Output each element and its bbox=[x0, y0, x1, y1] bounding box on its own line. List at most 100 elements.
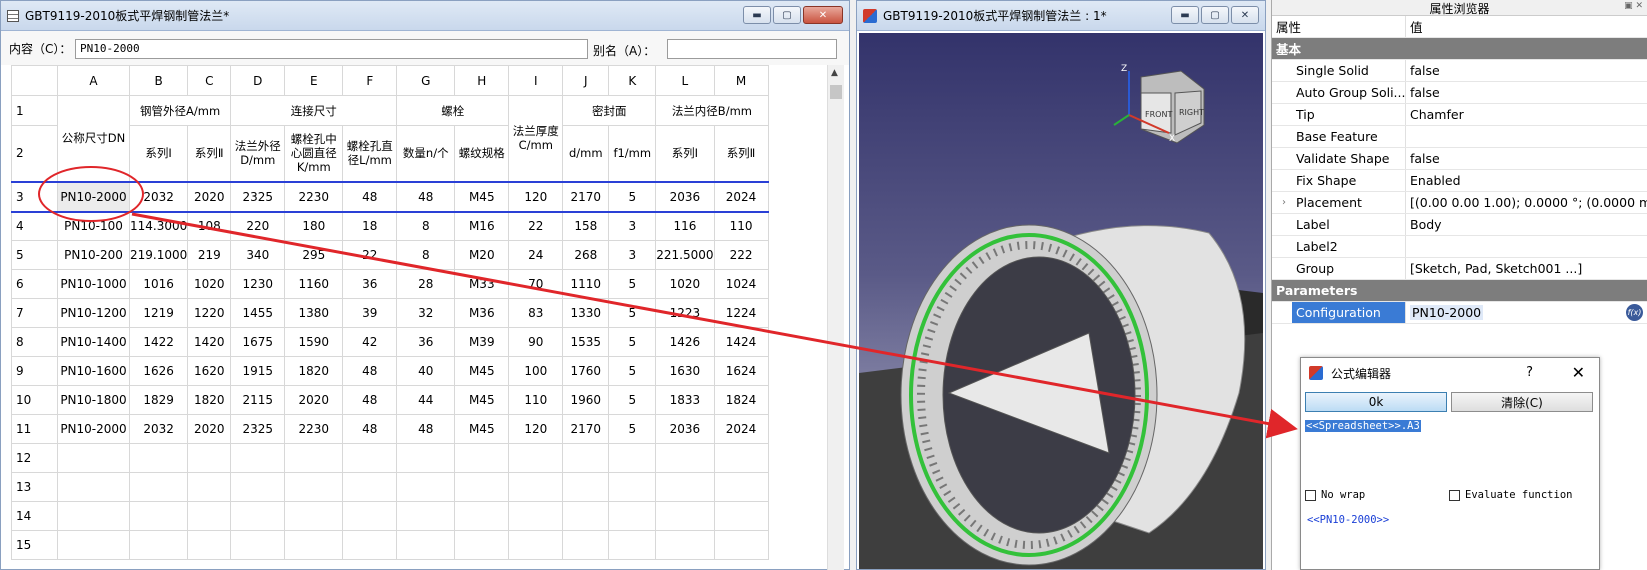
cell[interactable]: 1760 bbox=[562, 356, 610, 386]
property-value[interactable]: Enabled bbox=[1406, 173, 1647, 188]
cell-dn[interactable] bbox=[57, 530, 130, 560]
expression-button[interactable]: f(x) bbox=[1626, 304, 1643, 321]
spreadsheet-titlebar[interactable]: GBT9119-2010板式平焊钢制管法兰* ▬ ▢ ✕ bbox=[1, 1, 849, 31]
cell-dn[interactable] bbox=[57, 501, 130, 531]
cell[interactable]: 8 bbox=[396, 240, 456, 270]
cell[interactable]: 116 bbox=[655, 211, 715, 241]
cell[interactable]: M33 bbox=[454, 269, 510, 299]
property-value[interactable]: Body bbox=[1406, 217, 1647, 232]
property-row[interactable]: Single Solid false bbox=[1272, 60, 1647, 82]
cell[interactable] bbox=[230, 501, 286, 531]
column-header[interactable]: C bbox=[187, 65, 232, 96]
cell[interactable]: d/mm bbox=[562, 125, 610, 182]
minimize-button[interactable]: ▬ bbox=[743, 6, 771, 24]
cell[interactable]: M45 bbox=[454, 414, 510, 444]
cell[interactable] bbox=[655, 443, 715, 473]
cell[interactable]: 48 bbox=[342, 414, 398, 444]
column-header[interactable]: D bbox=[230, 65, 286, 96]
property-row[interactable]: Group [Sketch, Pad, Sketch001 ...] bbox=[1272, 258, 1647, 280]
cell[interactable]: 1620 bbox=[187, 356, 232, 386]
cell[interactable] bbox=[508, 443, 564, 473]
cell[interactable]: 1160 bbox=[284, 269, 344, 299]
cell[interactable]: 1630 bbox=[655, 356, 715, 386]
cell-pipe-od-header[interactable]: 钢管外径A/mm bbox=[128, 95, 232, 126]
cell[interactable]: 5 bbox=[608, 414, 657, 444]
row-header[interactable]: 12 bbox=[11, 443, 58, 473]
cell[interactable] bbox=[508, 530, 564, 560]
cell[interactable] bbox=[454, 530, 510, 560]
cell[interactable]: 2036 bbox=[655, 180, 715, 213]
row-header[interactable]: 6 bbox=[11, 269, 58, 299]
cell-dn[interactable]: PN10-1800 bbox=[57, 385, 130, 415]
cell[interactable] bbox=[284, 443, 344, 473]
dialog-close-button[interactable]: ✕ bbox=[1572, 363, 1585, 382]
clear-button[interactable]: 清除(C) bbox=[1451, 392, 1593, 412]
cell[interactable] bbox=[342, 530, 398, 560]
cell[interactable]: 114.3000 bbox=[128, 211, 189, 241]
evaluate-function-checkbox[interactable]: Evaluate function bbox=[1449, 489, 1572, 501]
property-value[interactable]: false bbox=[1406, 85, 1647, 100]
cell[interactable]: 48 bbox=[396, 414, 456, 444]
cell[interactable]: 法兰外径D/mm bbox=[230, 125, 286, 182]
property-row[interactable]: Label Body bbox=[1272, 214, 1647, 236]
cell-connection-header[interactable]: 连接尺寸 bbox=[230, 95, 398, 126]
cell[interactable] bbox=[342, 472, 398, 502]
cell-dn[interactable] bbox=[57, 443, 130, 473]
cell[interactable] bbox=[655, 501, 715, 531]
cell[interactable]: M36 bbox=[454, 298, 510, 328]
cell-dn[interactable]: PN10-1200 bbox=[57, 298, 130, 328]
cell[interactable]: 221.5000 bbox=[655, 240, 715, 270]
cell[interactable] bbox=[655, 472, 715, 502]
scroll-thumb[interactable] bbox=[830, 85, 842, 99]
cell[interactable] bbox=[562, 472, 610, 502]
property-value[interactable]: [Sketch, Pad, Sketch001 ...] bbox=[1406, 261, 1647, 276]
cell[interactable]: 1626 bbox=[128, 356, 189, 386]
view-titlebar[interactable]: GBT9119-2010板式平焊钢制管法兰 : 1* ▬ ▢ ✕ bbox=[857, 1, 1265, 31]
cell[interactable]: M45 bbox=[454, 180, 510, 213]
property-row[interactable]: › Placement [(0.00 0.00 1.00); 0.0000 °; (… bbox=[1272, 192, 1647, 214]
property-value[interactable]: false bbox=[1406, 151, 1647, 166]
cell-dn[interactable]: PN10-100 bbox=[57, 211, 130, 241]
cell[interactable]: 1230 bbox=[230, 269, 286, 299]
cell[interactable]: 1024 bbox=[713, 269, 769, 299]
column-header[interactable]: L bbox=[655, 65, 715, 96]
cell[interactable]: 108 bbox=[187, 211, 232, 241]
alias-input[interactable] bbox=[667, 39, 837, 59]
column-header[interactable]: M bbox=[713, 65, 769, 96]
row-header[interactable]: 14 bbox=[11, 501, 58, 531]
cell[interactable] bbox=[187, 530, 232, 560]
no-wrap-checkbox[interactable]: No wrap bbox=[1305, 489, 1365, 501]
cell[interactable]: 5 bbox=[608, 180, 657, 213]
cell[interactable]: 系列Ⅰ bbox=[128, 125, 189, 182]
cell-dn[interactable] bbox=[57, 472, 130, 502]
cell[interactable]: f1/mm bbox=[608, 125, 657, 182]
cell[interactable] bbox=[508, 501, 564, 531]
cell[interactable]: 1330 bbox=[562, 298, 610, 328]
cell[interactable]: 24 bbox=[508, 240, 564, 270]
cell[interactable]: 48 bbox=[342, 385, 398, 415]
cell[interactable]: 5 bbox=[608, 298, 657, 328]
cell-dn[interactable]: PN10-1600 bbox=[57, 356, 130, 386]
cell[interactable]: 1820 bbox=[284, 356, 344, 386]
property-value[interactable]: [(0.00 0.00 1.00); 0.0000 °; (0.0000 mm.… bbox=[1406, 195, 1647, 210]
cell-dn[interactable]: PN10-2000 bbox=[57, 414, 130, 444]
cell[interactable]: 36 bbox=[396, 327, 456, 357]
cell[interactable]: 120 bbox=[508, 180, 564, 213]
row-header[interactable]: 9 bbox=[11, 356, 58, 386]
cell-dn[interactable]: PN10-1400 bbox=[57, 327, 130, 357]
minimize-button[interactable]: ▬ bbox=[1171, 6, 1199, 24]
cell[interactable]: 1915 bbox=[230, 356, 286, 386]
row-header[interactable]: 5 bbox=[11, 240, 58, 270]
cell[interactable]: 1590 bbox=[284, 327, 344, 357]
cell[interactable] bbox=[713, 501, 769, 531]
cell[interactable]: 1422 bbox=[128, 327, 189, 357]
property-value[interactable]: false bbox=[1406, 63, 1647, 78]
cell[interactable]: 268 bbox=[562, 240, 610, 270]
column-header[interactable]: H bbox=[454, 65, 510, 96]
cell[interactable]: 2024 bbox=[713, 414, 769, 444]
cell[interactable]: 2325 bbox=[230, 414, 286, 444]
property-row[interactable]: Label2 bbox=[1272, 236, 1647, 258]
cell[interactable]: 3 bbox=[608, 240, 657, 270]
row-header[interactable]: 1 bbox=[11, 95, 58, 126]
cell[interactable]: 1675 bbox=[230, 327, 286, 357]
